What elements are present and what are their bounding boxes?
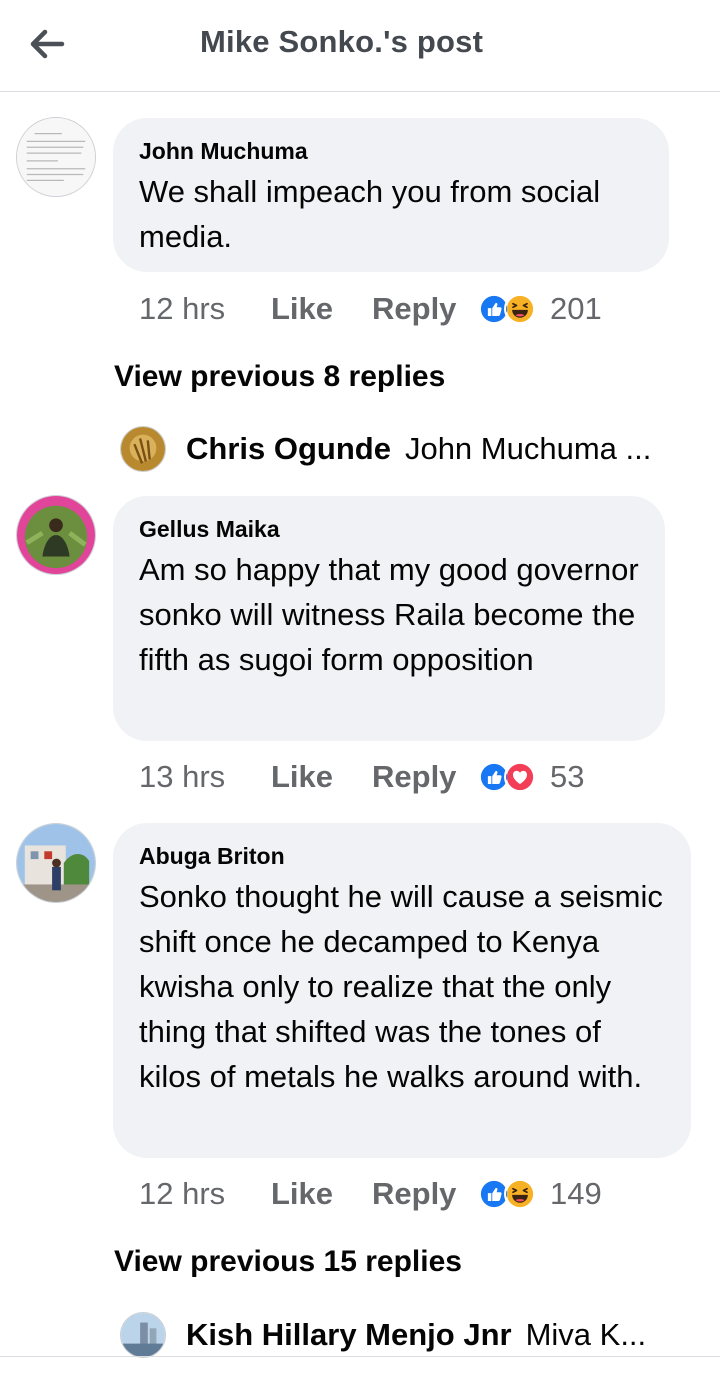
comment-actions: 12 hrs Like Reply 201 <box>139 289 602 329</box>
reply-snippet: Miva K... <box>525 1317 647 1352</box>
back-arrow-icon[interactable] <box>24 22 70 66</box>
comment-bubble: Gellus Maika Am so happy that my good go… <box>113 496 665 741</box>
reply-author[interactable]: Chris Ogunde <box>186 431 391 467</box>
view-previous-replies[interactable]: View previous 8 replies <box>114 360 445 394</box>
comment-time: 12 hrs <box>139 291 226 326</box>
reactions[interactable] <box>478 761 536 793</box>
view-previous-replies[interactable]: View previous 15 replies <box>114 1245 462 1279</box>
like-button[interactable]: Like <box>271 291 372 327</box>
comment-text: We shall impeach you from social media. <box>139 174 601 254</box>
comment-text: Am so happy that my good governor sonko … <box>139 552 639 677</box>
comment-author[interactable]: Abuga Briton <box>139 843 665 870</box>
haha-reaction-icon <box>504 293 536 325</box>
reply-button[interactable]: Reply <box>372 1176 478 1212</box>
comment-time: 12 hrs <box>139 1176 226 1211</box>
reply-preview[interactable]: Kish Hillary Menjo Jnr Miva K... <box>120 1310 646 1360</box>
haha-reaction-icon <box>504 1178 536 1210</box>
page-title: Mike Sonko.'s post <box>200 24 484 59</box>
comment-bubble: John Muchuma We shall impeach you from s… <box>113 118 669 272</box>
divider <box>0 1356 720 1357</box>
reaction-count[interactable]: 53 <box>550 759 584 795</box>
reply-button[interactable]: Reply <box>372 759 478 795</box>
avatar[interactable] <box>120 426 166 472</box>
reply-author[interactable]: Kish Hillary Menjo Jnr <box>186 1317 512 1353</box>
reply-button[interactable]: Reply <box>372 291 478 327</box>
like-button[interactable]: Like <box>271 759 372 795</box>
reaction-count[interactable]: 149 <box>550 1176 602 1212</box>
reply-snippet: John Muchuma ... <box>404 431 652 466</box>
love-reaction-icon <box>504 761 536 793</box>
reactions[interactable] <box>478 1178 536 1210</box>
header: Mike Sonko.'s post <box>0 0 720 92</box>
reaction-count[interactable]: 201 <box>550 291 602 327</box>
comment-author[interactable]: John Muchuma <box>139 138 643 165</box>
comment-bubble: Abuga Briton Sonko thought he will cause… <box>113 823 691 1158</box>
like-button[interactable]: Like <box>271 1176 372 1212</box>
avatar[interactable] <box>16 823 96 903</box>
avatar[interactable] <box>120 1312 166 1358</box>
comment-time: 13 hrs <box>139 759 226 794</box>
reply-preview[interactable]: Chris Ogunde John Muchuma ... <box>120 424 651 474</box>
comment-actions: 13 hrs Like Reply 53 <box>139 757 584 797</box>
avatar[interactable] <box>16 117 96 197</box>
avatar[interactable] <box>16 495 96 575</box>
comment-actions: 12 hrs Like Reply 149 <box>139 1174 602 1214</box>
comment-text: Sonko thought he will cause a seismic sh… <box>139 879 663 1094</box>
reactions[interactable] <box>478 293 536 325</box>
comment-author[interactable]: Gellus Maika <box>139 516 639 543</box>
